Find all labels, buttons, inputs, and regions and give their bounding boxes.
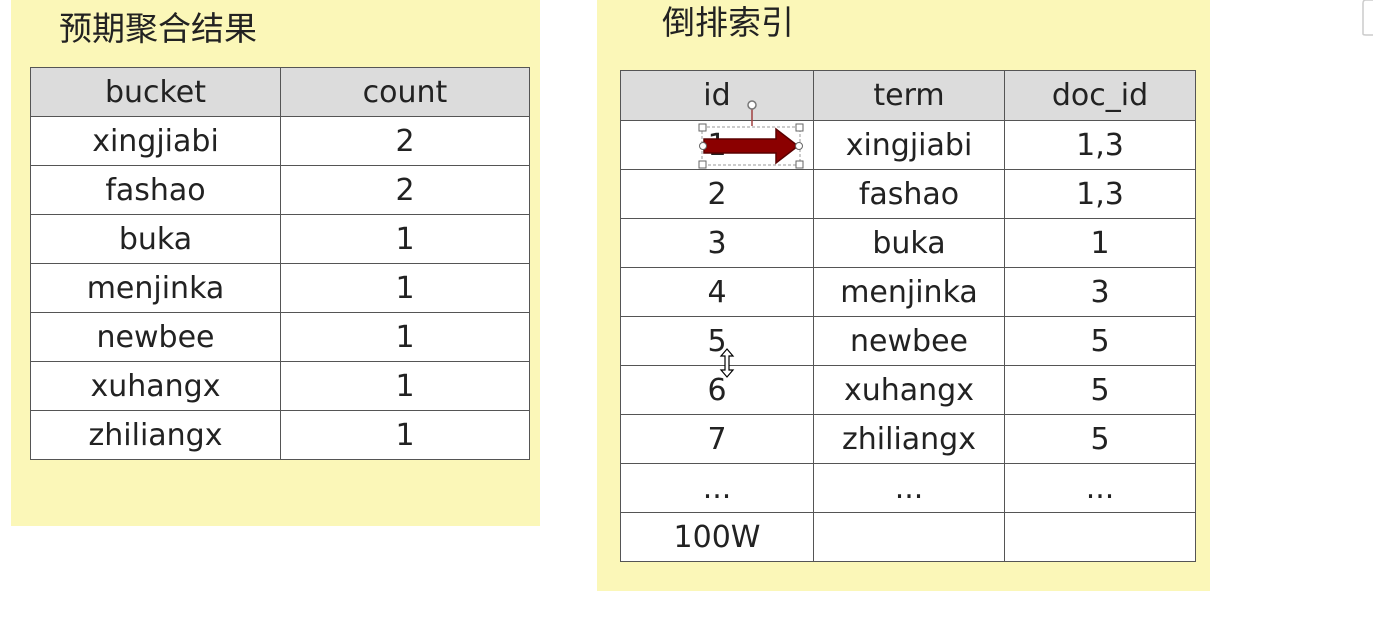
slide-canvas: 预期聚合结果 bucket count xingjiabi 2 fashao 2 b… xyxy=(0,0,1374,617)
column-header-doc-id: doc_id xyxy=(1004,70,1196,121)
count-cell: 1 xyxy=(280,214,530,264)
bucket-cell: xingjiabi xyxy=(30,116,281,166)
table-row: 7 zhiliangx 5 xyxy=(620,414,1196,464)
table-row: zhiliangx 1 xyxy=(30,410,530,460)
table-row: menjinka 1 xyxy=(30,263,530,313)
table-row: buka 1 xyxy=(30,214,530,264)
bucket-cell: buka xyxy=(30,214,281,264)
count-cell: 2 xyxy=(280,165,530,215)
table-row: newbee 1 xyxy=(30,312,530,362)
table-header-row: id term doc_id xyxy=(620,70,1196,121)
inverted-index-panel: 倒排索引 id term doc_id 1 xingjiabi 1,3 2 fasha… xyxy=(597,0,1210,591)
term-cell: xuhangx xyxy=(813,365,1005,415)
id-cell: ... xyxy=(620,463,814,513)
doc-id-cell: 1,3 xyxy=(1004,120,1196,170)
table-row: fashao 2 xyxy=(30,165,530,215)
vertical-resize-cursor-icon xyxy=(719,348,735,378)
count-cell: 1 xyxy=(280,410,530,460)
column-header-bucket: bucket xyxy=(30,67,281,117)
aggregation-title: 预期聚合结果 xyxy=(59,9,257,48)
term-cell: ... xyxy=(813,463,1005,513)
doc-id-cell: 3 xyxy=(1004,267,1196,317)
term-cell: newbee xyxy=(813,316,1005,366)
column-header-count: count xyxy=(280,67,530,117)
table-row: 2 fashao 1,3 xyxy=(620,169,1196,219)
table-row: 4 menjinka 3 xyxy=(620,267,1196,317)
table-row: xuhangx 1 xyxy=(30,361,530,411)
table-row: 5 newbee 5 xyxy=(620,316,1196,366)
term-cell: zhiliangx xyxy=(813,414,1005,464)
bucket-cell: zhiliangx xyxy=(30,410,281,460)
table-header-row: bucket count xyxy=(30,67,530,117)
doc-id-cell xyxy=(1004,512,1196,562)
id-cell: 4 xyxy=(620,267,814,317)
doc-id-cell: 1,3 xyxy=(1004,169,1196,219)
doc-id-cell: 5 xyxy=(1004,365,1196,415)
column-header-term: term xyxy=(813,70,1005,121)
doc-id-cell: 5 xyxy=(1004,414,1196,464)
inverted-index-table: id term doc_id 1 xingjiabi 1,3 2 fashao 1,3 … xyxy=(620,70,1196,562)
table-row: 100W xyxy=(620,512,1196,562)
count-cell: 1 xyxy=(280,361,530,411)
window-edge-icon xyxy=(1362,0,1373,36)
term-cell xyxy=(813,512,1005,562)
aggregation-panel: 预期聚合结果 bucket count xingjiabi 2 fashao 2 b… xyxy=(11,0,540,526)
id-cell: 3 xyxy=(620,218,814,268)
bucket-cell: fashao xyxy=(30,165,281,215)
table-row: 1 xingjiabi 1,3 xyxy=(620,120,1196,170)
id-cell: 1 xyxy=(620,120,814,170)
bucket-cell: menjinka xyxy=(30,263,281,313)
bucket-cell: newbee xyxy=(30,312,281,362)
count-cell: 1 xyxy=(280,263,530,313)
table-row: 3 buka 1 xyxy=(620,218,1196,268)
aggregation-table: bucket count xingjiabi 2 fashao 2 buka 1 me… xyxy=(30,67,530,460)
term-cell: fashao xyxy=(813,169,1005,219)
table-row: ......... xyxy=(620,463,1196,513)
column-header-id: id xyxy=(620,70,814,121)
term-cell: menjinka xyxy=(813,267,1005,317)
id-cell: 2 xyxy=(620,169,814,219)
doc-id-cell: ... xyxy=(1004,463,1196,513)
doc-id-cell: 1 xyxy=(1004,218,1196,268)
count-cell: 2 xyxy=(280,116,530,166)
doc-id-cell: 5 xyxy=(1004,316,1196,366)
table-row: xingjiabi 2 xyxy=(30,116,530,166)
count-cell: 1 xyxy=(280,312,530,362)
term-cell: buka xyxy=(813,218,1005,268)
inverted-index-title: 倒排索引 xyxy=(662,3,794,42)
table-row: 6 xuhangx 5 xyxy=(620,365,1196,415)
id-cell: 100W xyxy=(620,512,814,562)
id-cell: 7 xyxy=(620,414,814,464)
bucket-cell: xuhangx xyxy=(30,361,281,411)
term-cell: xingjiabi xyxy=(813,120,1005,170)
